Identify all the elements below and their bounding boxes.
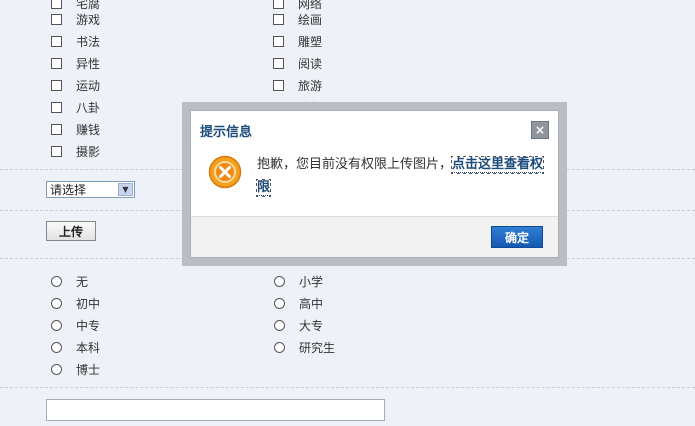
album-select[interactable]: 请选择 ▼: [46, 181, 135, 198]
dialog-frame: 提示信息 × 抱歉，您目前没有权限上传图片，点击这里查看权限 确定: [182, 102, 567, 266]
interest-checkbox-item[interactable]: 摄影: [51, 143, 100, 159]
checkbox-label: 摄影: [76, 144, 101, 159]
radio-label: 大专: [299, 318, 324, 333]
checkbox-label: 异性: [76, 56, 101, 71]
radio-label: 本科: [76, 340, 101, 355]
radio-button[interactable]: [274, 319, 285, 331]
text-input[interactable]: [46, 399, 385, 421]
chevron-down-icon[interactable]: ▼: [118, 183, 133, 196]
checkbox[interactable]: [273, 79, 284, 91]
checkbox[interactable]: [51, 79, 62, 91]
interest-checkbox-item[interactable]: 雕塑: [273, 33, 322, 49]
radio-label: 博士: [76, 362, 101, 377]
checkbox[interactable]: [273, 0, 284, 9]
interest-checkbox-item[interactable]: 网络: [273, 0, 322, 11]
checkbox[interactable]: [51, 145, 62, 157]
radio-label: 无: [76, 274, 89, 289]
education-radio-item[interactable]: 小学: [274, 273, 323, 289]
interest-checkbox-item[interactable]: 绘画: [273, 11, 322, 27]
radio-label: 中专: [76, 318, 101, 333]
checkbox[interactable]: [273, 57, 284, 69]
checkbox-label: 八卦: [76, 100, 101, 115]
checkbox-label: 雕塑: [298, 34, 323, 49]
education-radio-item[interactable]: 高中: [274, 295, 323, 311]
radio-button[interactable]: [51, 319, 62, 331]
radio-button[interactable]: [51, 363, 62, 375]
dialog-title: 提示信息: [200, 125, 253, 140]
education-radio-item[interactable]: 研究生: [274, 339, 335, 355]
education-radio-item[interactable]: 中专: [51, 317, 100, 333]
interest-checkbox-item[interactable]: 赚钱: [51, 121, 100, 137]
checkbox[interactable]: [51, 57, 62, 69]
checkbox[interactable]: [51, 35, 62, 47]
checkbox[interactable]: [51, 101, 62, 113]
radio-button[interactable]: [51, 275, 62, 287]
interest-checkbox-item[interactable]: 八卦: [51, 99, 100, 115]
checkbox[interactable]: [273, 35, 284, 47]
checkbox-label: 运动: [76, 78, 101, 93]
interest-checkbox-item[interactable]: 异性: [51, 55, 100, 71]
dialog-message-text: 抱歉，您目前没有权限上传图片，: [257, 157, 453, 172]
interest-checkbox-item[interactable]: 阅读: [273, 55, 322, 71]
interest-checkbox-item[interactable]: 运动: [51, 77, 100, 93]
radio-button[interactable]: [51, 297, 62, 309]
close-icon[interactable]: ×: [531, 121, 549, 139]
radio-label: 小学: [299, 274, 324, 289]
education-radio-item[interactable]: 博士: [51, 361, 100, 377]
interest-checkbox-item[interactable]: 宅腐: [51, 0, 100, 11]
radio-button[interactable]: [274, 297, 285, 309]
checkbox[interactable]: [51, 13, 62, 25]
dialog-footer: 确定: [191, 216, 558, 257]
checkbox-label: 书法: [76, 34, 101, 49]
error-x-icon: [208, 155, 242, 189]
education-radio-item[interactable]: 大专: [274, 317, 323, 333]
checkbox-label: 阅读: [298, 56, 323, 71]
radio-button[interactable]: [274, 275, 285, 287]
radio-label: 高中: [299, 296, 324, 311]
checkbox-label: 旅游: [298, 78, 323, 93]
album-select-value: 请选择: [50, 183, 87, 197]
interest-checkbox-item[interactable]: 书法: [51, 33, 100, 49]
radio-button[interactable]: [274, 341, 285, 353]
dialog-message: 抱歉，您目前没有权限上传图片，点击这里查看权限: [255, 153, 547, 199]
checkbox[interactable]: [273, 13, 284, 25]
radio-label: 初中: [76, 296, 101, 311]
section-divider: [0, 387, 695, 388]
checkbox-label: 游戏: [76, 12, 101, 27]
radio-label: 研究生: [299, 340, 336, 355]
interest-checkbox-item[interactable]: 旅游: [273, 77, 322, 93]
checkbox-label: 绘画: [298, 12, 323, 27]
education-radio-item[interactable]: 初中: [51, 295, 100, 311]
education-radio-item[interactable]: 本科: [51, 339, 100, 355]
ok-button[interactable]: 确定: [491, 226, 543, 248]
checkbox[interactable]: [51, 123, 62, 135]
education-radio-item[interactable]: 无: [51, 273, 88, 289]
permission-dialog: 提示信息 × 抱歉，您目前没有权限上传图片，点击这里查看权限 确定: [190, 110, 559, 258]
interest-checkbox-item[interactable]: 游戏: [51, 11, 100, 27]
upload-button[interactable]: 上传: [46, 221, 96, 241]
checkbox-label: 赚钱: [76, 122, 101, 137]
radio-button[interactable]: [51, 341, 62, 353]
checkbox[interactable]: [51, 0, 62, 9]
